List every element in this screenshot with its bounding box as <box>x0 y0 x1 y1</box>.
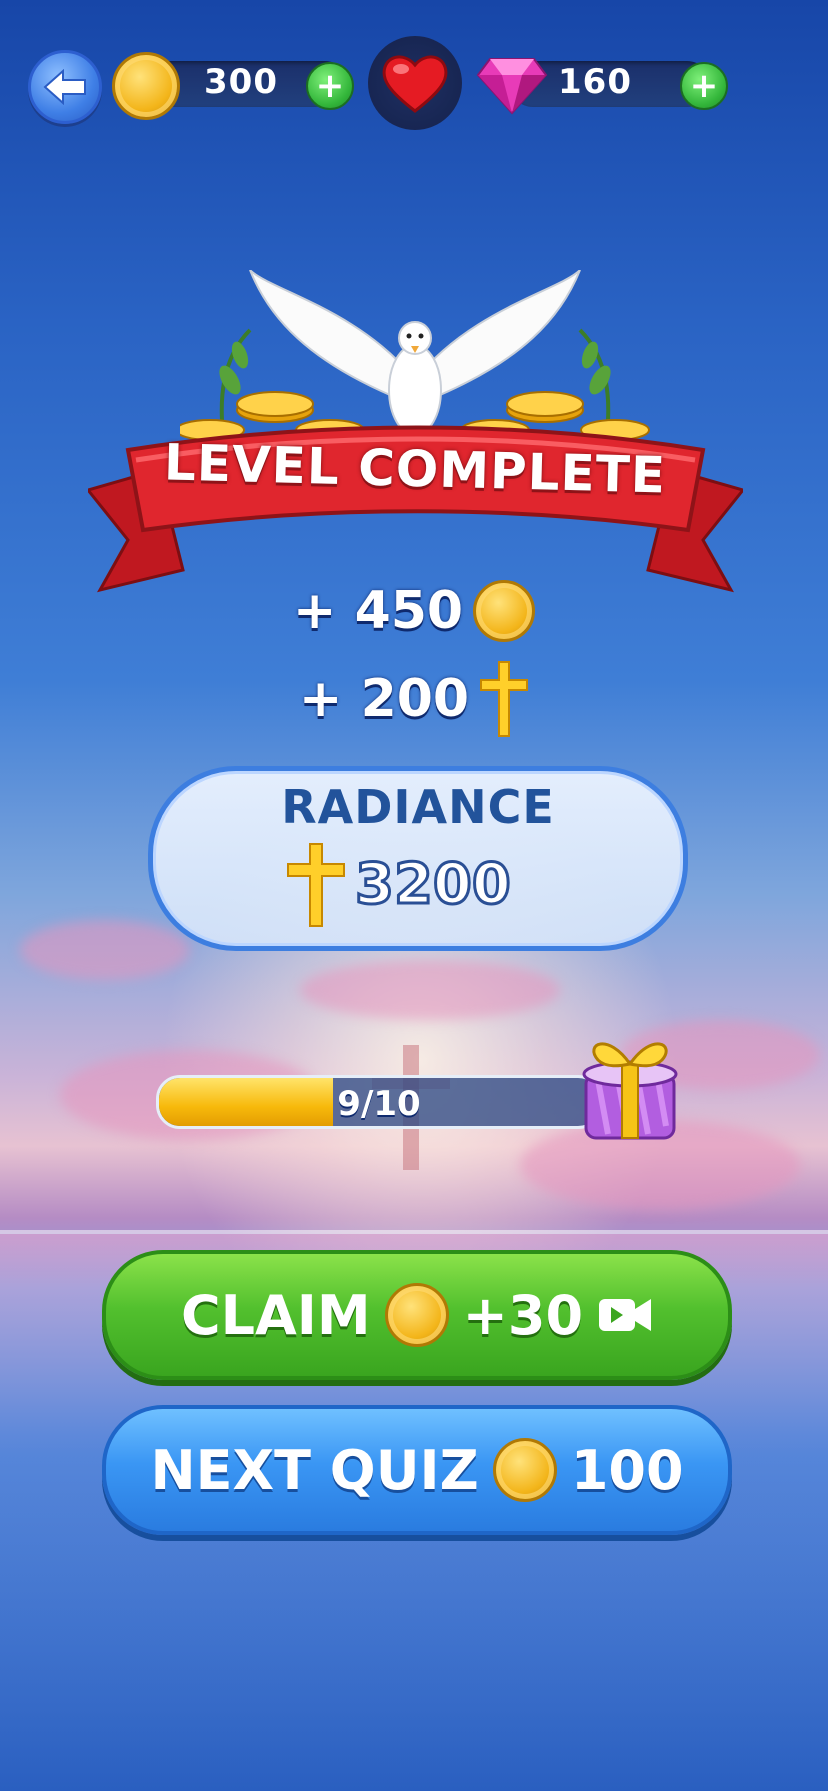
plus-icon: + <box>315 66 345 106</box>
heart-icon <box>382 55 448 113</box>
cross-icon <box>287 843 345 927</box>
add-coins-button[interactable]: + <box>306 62 354 110</box>
arrow-left-icon <box>43 69 86 105</box>
add-gems-button[interactable]: + <box>680 62 728 110</box>
coin-icon <box>384 1283 449 1347</box>
coin-icon <box>112 52 180 120</box>
dove-illustration <box>180 270 650 440</box>
coin-balance: 300 <box>204 62 278 102</box>
cross-icon <box>480 661 529 737</box>
claim-label: CLAIM <box>180 1283 371 1347</box>
video-ad-icon <box>599 1299 652 1331</box>
gift-box-icon[interactable] <box>578 1030 682 1142</box>
cloud <box>20 920 190 980</box>
coin-icon <box>473 580 536 642</box>
faith-reward-amount: + 200 <box>298 669 470 729</box>
radiance-title: RADIANCE <box>281 780 555 834</box>
next-quiz-label: NEXT QUIZ <box>150 1438 479 1502</box>
cloud <box>300 960 560 1020</box>
back-button[interactable] <box>28 50 102 124</box>
gem-icon <box>476 58 548 115</box>
claim-amount: +30 <box>462 1283 584 1347</box>
radiance-value: 3200 <box>354 851 513 919</box>
lives-indicator[interactable] <box>368 36 462 130</box>
plus-icon: + <box>689 66 719 106</box>
coin-reward: + 450 <box>0 580 828 642</box>
next-quiz-button[interactable]: NEXT QUIZ 100 <box>102 1405 732 1535</box>
progress-bar: 9/10 <box>156 1075 602 1129</box>
coin-icon <box>492 1438 557 1502</box>
next-quiz-cost: 100 <box>570 1438 684 1502</box>
coin-reward-amount: + 450 <box>292 581 464 641</box>
gem-balance: 160 <box>558 62 632 102</box>
progress-label: 9/10 <box>337 1084 421 1124</box>
faith-reward: + 200 <box>0 660 828 738</box>
claim-button[interactable]: CLAIM +30 <box>102 1250 732 1380</box>
